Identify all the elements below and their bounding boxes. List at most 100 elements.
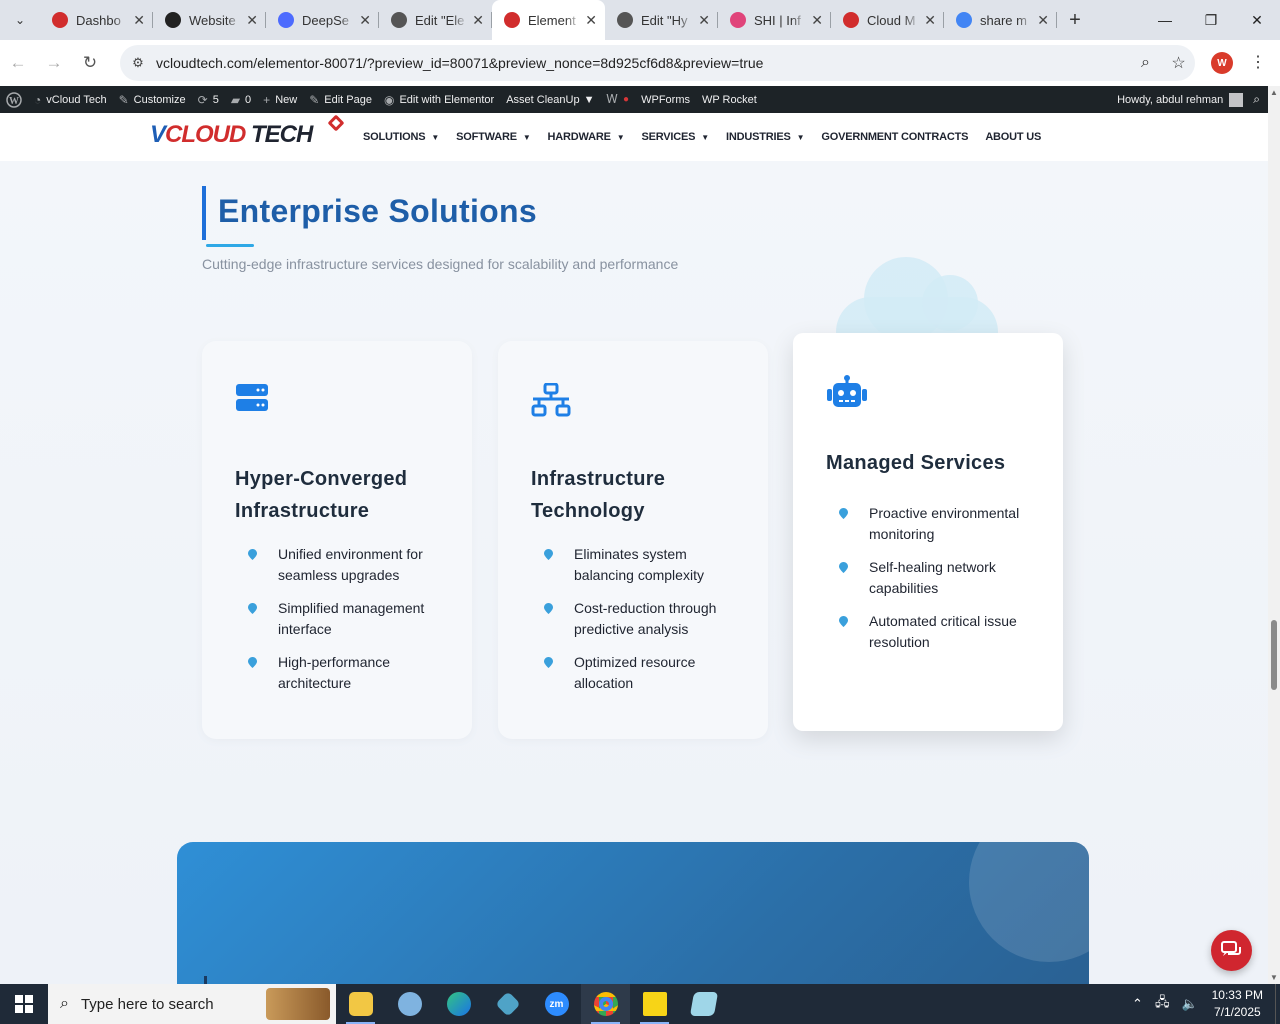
tab-search-button[interactable]: ⌄ bbox=[0, 0, 40, 40]
wp-comments[interactable]: ▰ 0 bbox=[225, 86, 257, 113]
tab-title: Edit "Hy bbox=[641, 12, 688, 28]
menu-item-label: SOFTWARE bbox=[456, 131, 517, 143]
tab-favicon-icon bbox=[165, 12, 181, 28]
url-text[interactable]: vcloudtech.com/elementor-80071/?preview_… bbox=[156, 55, 1129, 71]
menu-item-software[interactable]: SOFTWARE ▼ bbox=[456, 131, 531, 143]
cta-banner bbox=[177, 842, 1089, 984]
menu-item-label: HARDWARE bbox=[547, 131, 611, 143]
file-explorer-icon[interactable] bbox=[336, 984, 385, 1024]
menu-item-industries[interactable]: INDUSTRIES ▼ bbox=[726, 131, 805, 143]
caret-down-icon: ▼ bbox=[431, 132, 440, 142]
feature-text: Proactive environmental monitoring bbox=[869, 505, 1020, 542]
tab-close-icon[interactable]: ✕ bbox=[811, 12, 823, 29]
logo-v: V bbox=[150, 121, 166, 148]
tab-title: Website bbox=[189, 12, 236, 28]
wp-howdy[interactable]: Howdy, abdul rehman bbox=[1117, 94, 1223, 106]
wp-edit-page[interactable]: ✎ Edit Page bbox=[303, 86, 378, 113]
tab-close-icon[interactable]: ✕ bbox=[585, 12, 597, 29]
reload-button[interactable]: ↻ bbox=[72, 53, 108, 73]
wp-new[interactable]: + New bbox=[257, 86, 303, 113]
tab-close-icon[interactable]: ✕ bbox=[1037, 12, 1049, 29]
browser-tab[interactable]: Element ✕ bbox=[492, 0, 605, 40]
wp-wpforms-label: WPForms bbox=[641, 93, 690, 106]
feature-item: Eliminates system balancing complexity bbox=[544, 544, 744, 585]
card-title: Hyper-Converged Infrastructure bbox=[235, 468, 408, 522]
tab-close-icon[interactable]: ✕ bbox=[698, 12, 710, 29]
minimize-button[interactable]: — bbox=[1142, 0, 1188, 40]
wp-rocket-label: WP Rocket bbox=[701, 93, 757, 106]
tab-close-icon[interactable]: ✕ bbox=[246, 12, 258, 29]
browser-tab[interactable]: Edit "Hy ✕ bbox=[605, 0, 718, 40]
chat-button[interactable] bbox=[1211, 930, 1252, 971]
zoom-icon[interactable]: ⌕ bbox=[1129, 54, 1162, 72]
address-bar[interactable]: ⚙ vcloudtech.com/elementor-80071/?previe… bbox=[120, 45, 1195, 81]
browser-tab[interactable]: SHI | Inf ✕ bbox=[718, 0, 831, 40]
forward-button[interactable]: → bbox=[36, 53, 72, 73]
wp-edit-elementor[interactable]: ◉ Edit with Elementor bbox=[378, 86, 500, 113]
browser-tab[interactable]: share m ✕ bbox=[944, 0, 1057, 40]
taskbar-search[interactable]: ⌕ Type here to search bbox=[48, 984, 336, 1024]
scrollbar-thumb[interactable] bbox=[1271, 620, 1277, 690]
tab-close-icon[interactable]: ✕ bbox=[133, 12, 145, 29]
back-button[interactable]: ← bbox=[0, 53, 36, 73]
tab-close-icon[interactable]: ✕ bbox=[924, 12, 936, 29]
wp-updates[interactable]: ⟳ 5 bbox=[192, 86, 225, 113]
chrome-icon[interactable] bbox=[581, 984, 630, 1024]
page-scrollbar[interactable]: ▲ ▼ bbox=[1268, 86, 1280, 984]
browser-tab[interactable]: Edit "Ele ✕ bbox=[379, 0, 492, 40]
edge-icon[interactable] bbox=[434, 984, 483, 1024]
search-icon: ⌕ bbox=[60, 995, 69, 1012]
logo-tag-icon bbox=[327, 114, 345, 132]
browser-menu-icon[interactable]: ⋮ bbox=[1250, 52, 1266, 72]
feature-item: Proactive environmental monitoring bbox=[839, 503, 1039, 544]
tab-favicon-icon bbox=[956, 12, 972, 28]
feature-list: Eliminates system balancing complexity Co… bbox=[544, 544, 744, 706]
new-tab-button[interactable]: + bbox=[1057, 9, 1093, 32]
restore-button[interactable]: ❐ bbox=[1188, 0, 1234, 40]
tab-title: SHI | Inf bbox=[754, 12, 801, 28]
menu-item-hardware[interactable]: HARDWARE ▼ bbox=[548, 131, 625, 143]
app-diamond-icon[interactable] bbox=[483, 984, 532, 1024]
notepad-icon[interactable] bbox=[679, 984, 728, 1024]
wp-search-icon[interactable]: ⌕ bbox=[1253, 92, 1260, 107]
close-window-button[interactable]: ✕ bbox=[1234, 0, 1280, 40]
sticky-notes-icon[interactable] bbox=[630, 984, 679, 1024]
wp-site-name[interactable]: ◔ vCloud Tech bbox=[28, 86, 113, 113]
user-avatar[interactable] bbox=[1229, 92, 1244, 107]
tab-close-icon[interactable]: ✕ bbox=[359, 12, 371, 29]
browser-tab[interactable]: DeepSe ✕ bbox=[266, 0, 379, 40]
scroll-up-icon[interactable]: ▲ bbox=[1270, 88, 1278, 97]
wp-customize[interactable]: ✎ Customize bbox=[113, 86, 192, 113]
menu-item-government-contracts[interactable]: GOVERNMENT CONTRACTS bbox=[821, 131, 968, 143]
menu-item-about-us[interactable]: ABOUT US bbox=[985, 131, 1041, 143]
wp-logo-icon[interactable]: W bbox=[0, 86, 28, 113]
browser-tab[interactable]: Website ✕ bbox=[153, 0, 266, 40]
pencil-icon: ✎ bbox=[309, 92, 320, 107]
wp-wpforms[interactable]: WPForms bbox=[635, 86, 696, 113]
tray-chevron-icon[interactable]: ⌃ bbox=[1132, 996, 1143, 1012]
site-logo[interactable]: VCLOUD TECH bbox=[150, 121, 313, 149]
wp-seo[interactable]: Ꮃ ● bbox=[600, 86, 635, 113]
browser-tab[interactable]: Cloud M ✕ bbox=[831, 0, 944, 40]
wp-asset-cleanup-label: Asset CleanUp bbox=[506, 93, 580, 106]
wp-rocket[interactable]: WP Rocket bbox=[696, 86, 763, 113]
site-info-icon[interactable]: ⚙ bbox=[120, 55, 156, 71]
paint-icon[interactable] bbox=[385, 984, 434, 1024]
tab-favicon-icon bbox=[730, 12, 746, 28]
clock[interactable]: 10:33 PM 7/1/2025 bbox=[1212, 987, 1263, 1021]
scroll-down-icon[interactable]: ▼ bbox=[1270, 973, 1278, 982]
start-button[interactable] bbox=[0, 984, 48, 1024]
network-icon[interactable]: 🖧 bbox=[1155, 993, 1170, 1015]
zoom-app-icon[interactable]: zm bbox=[532, 984, 581, 1024]
menu-item-services[interactable]: SERVICES ▼ bbox=[641, 131, 709, 143]
volume-icon[interactable]: 🔈 bbox=[1181, 996, 1197, 1012]
menu-item-solutions[interactable]: SOLUTIONS ▼ bbox=[363, 131, 439, 143]
feature-text: Automated critical issue resolution bbox=[869, 613, 1017, 650]
bookmark-star-icon[interactable]: ☆ bbox=[1162, 53, 1195, 73]
browser-tab[interactable]: Dashbo ✕ bbox=[40, 0, 153, 40]
tab-close-icon[interactable]: ✕ bbox=[472, 12, 484, 29]
profile-avatar[interactable]: W bbox=[1211, 52, 1233, 74]
wp-edit-page-label: Edit Page bbox=[324, 93, 372, 106]
wp-asset-cleanup[interactable]: Asset CleanUp ▼ bbox=[500, 86, 600, 113]
show-desktop-button[interactable] bbox=[1275, 984, 1280, 1024]
